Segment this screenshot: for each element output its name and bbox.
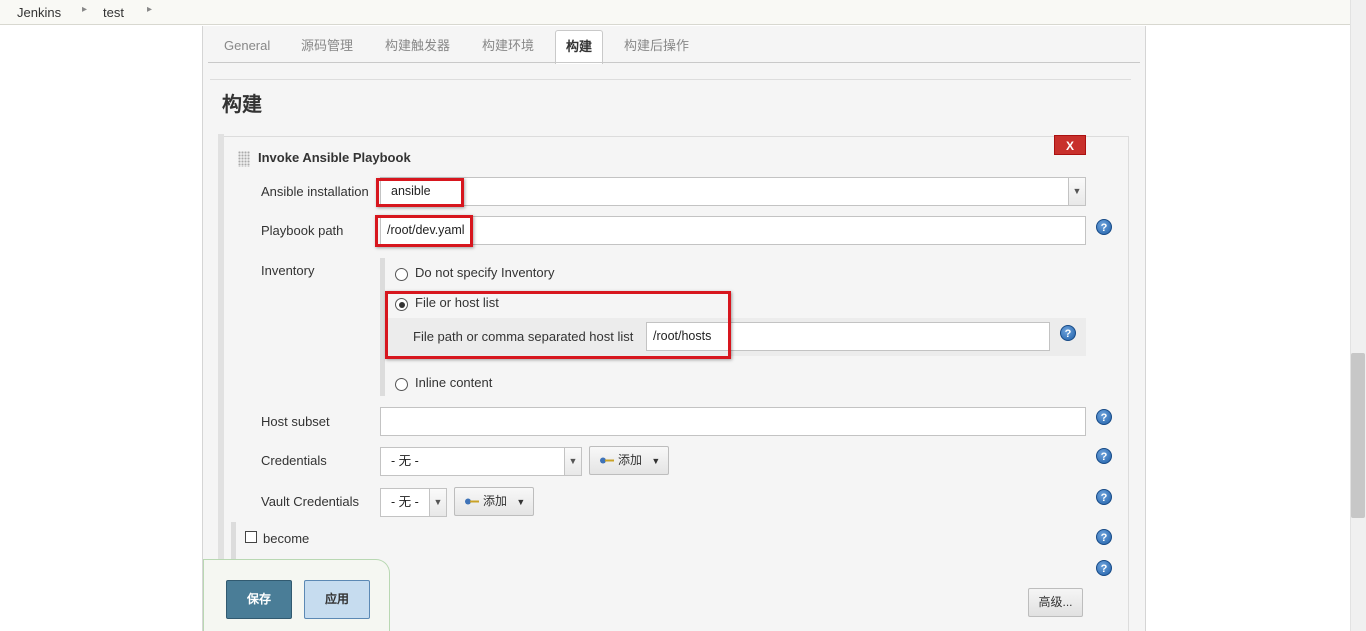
become-label: become xyxy=(263,531,310,546)
scrollbar-thumb[interactable] xyxy=(1351,353,1365,518)
vault-add-label: 添加 xyxy=(483,494,508,508)
breadcrumb-test[interactable]: test xyxy=(103,5,124,20)
vault-credentials-label: Vault Credentials xyxy=(261,494,360,509)
tab-divider xyxy=(208,62,1140,63)
vault-credentials-select[interactable]: - 无 - ▼ xyxy=(380,488,447,517)
breadcrumb-jenkins[interactable]: Jenkins xyxy=(17,5,61,20)
highlight-box xyxy=(376,178,464,207)
breadcrumb-arrow-icon[interactable]: ▸ xyxy=(82,4,87,15)
breadcrumb: Jenkins ▸ test ▸ xyxy=(0,0,1350,25)
tab-post-build[interactable]: 构建后操作 xyxy=(614,30,699,62)
help-icon[interactable]: ? xyxy=(1096,409,1112,425)
page-scrollbar[interactable] xyxy=(1350,0,1366,631)
host-subset-label: Host subset xyxy=(261,414,330,429)
credentials-value: - 无 - xyxy=(391,454,419,468)
key-icon xyxy=(600,457,614,464)
help-icon[interactable]: ? xyxy=(1060,325,1076,341)
vault-add-button[interactable]: 添加 ▼ xyxy=(454,487,534,516)
drag-handle-icon[interactable] xyxy=(238,151,250,167)
dropdown-arrow-icon: ▼ xyxy=(516,497,526,507)
inventory-label: Inventory xyxy=(261,263,315,278)
highlight-box xyxy=(385,291,731,359)
chevron-down-icon[interactable]: ▼ xyxy=(429,489,446,516)
tab-build-triggers[interactable]: 构建触发器 xyxy=(375,30,460,62)
save-button[interactable]: 保存 xyxy=(226,580,292,619)
delete-step-button[interactable]: X xyxy=(1054,135,1086,155)
host-subset-input[interactable] xyxy=(380,407,1086,436)
become-checkbox[interactable] xyxy=(245,531,257,543)
apply-button[interactable]: 应用 xyxy=(304,580,370,619)
tab-general[interactable]: General xyxy=(214,30,280,62)
help-icon[interactable]: ? xyxy=(1096,219,1112,235)
ansible-installation-label: Ansible installation xyxy=(261,184,369,199)
tab-build-environment[interactable]: 构建环境 xyxy=(472,30,544,62)
credentials-select[interactable]: - 无 - ▼ xyxy=(380,447,582,476)
tab-build[interactable]: 构建 xyxy=(555,30,604,64)
vault-credentials-value: - 无 - xyxy=(391,495,419,509)
playbook-path-label: Playbook path xyxy=(261,223,344,238)
dropdown-arrow-icon: ▼ xyxy=(651,456,661,466)
key-icon xyxy=(465,498,479,505)
step-title: Invoke Ansible Playbook xyxy=(258,150,411,165)
radio-no-inventory[interactable] xyxy=(395,268,408,281)
section-title: 构建 xyxy=(222,94,262,116)
help-icon[interactable]: ? xyxy=(1096,529,1112,545)
section-divider xyxy=(210,79,1131,80)
chevron-down-icon[interactable]: ▼ xyxy=(564,448,581,475)
advanced-button[interactable]: 高级... xyxy=(1028,588,1083,617)
highlight-box xyxy=(375,215,473,247)
help-icon[interactable]: ? xyxy=(1096,448,1112,464)
credentials-label: Credentials xyxy=(261,453,327,468)
playbook-path-input[interactable]: /root/dev.yaml xyxy=(380,216,1086,245)
ansible-installation-select[interactable]: ansible ▼ xyxy=(380,177,1086,206)
help-icon[interactable]: ? xyxy=(1096,489,1112,505)
tab-source-control[interactable]: 源码管理 xyxy=(291,30,363,62)
radio-inline-content[interactable] xyxy=(395,378,408,391)
help-icon[interactable]: ? xyxy=(1096,560,1112,576)
radio-inline-content-label: Inline content xyxy=(415,375,493,390)
breadcrumb-arrow-icon[interactable]: ▸ xyxy=(147,4,152,15)
credentials-add-label: 添加 xyxy=(618,453,643,467)
radio-no-inventory-label: Do not specify Inventory xyxy=(415,265,555,280)
chevron-down-icon[interactable]: ▼ xyxy=(1068,178,1085,205)
build-step xyxy=(224,136,1129,631)
credentials-add-button[interactable]: 添加 ▼ xyxy=(589,446,669,475)
